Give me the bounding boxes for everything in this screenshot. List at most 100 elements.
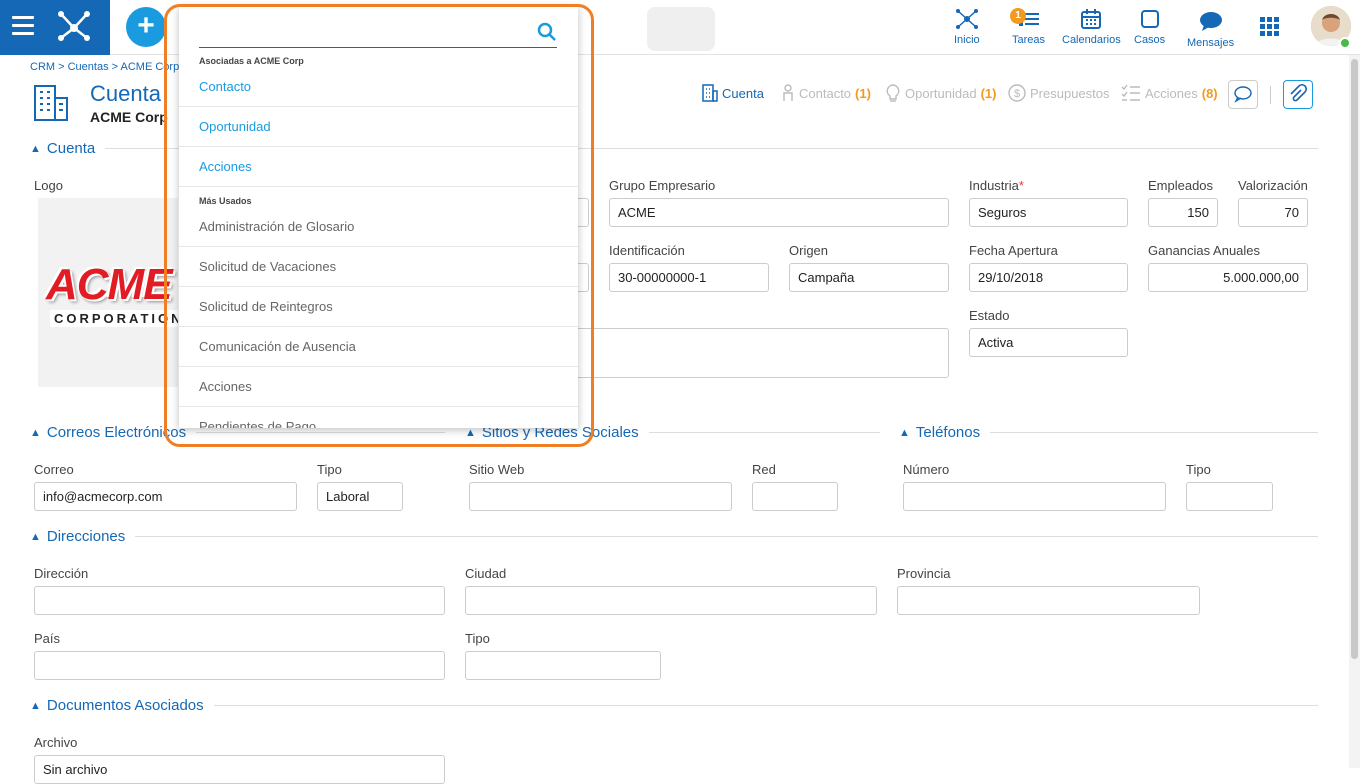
direccion-tipo-label: Tipo	[465, 631, 490, 646]
identificacion-input[interactable]: 30-00000000-1	[609, 263, 769, 292]
section-cuenta-title: Cuenta	[46, 140, 96, 157]
industria-label-text: Industria	[969, 178, 1019, 193]
grupo-input[interactable]: ACME	[609, 198, 949, 227]
ganancias-label: Ganancias Anuales	[1148, 243, 1261, 258]
dropdown-group-most-used: Más Usados	[199, 196, 252, 206]
tab-acciones[interactable]: Acciones (8)	[1121, 84, 1218, 102]
correo-input[interactable]: info@acmecorp.com	[34, 482, 297, 511]
dropdown-item-acciones[interactable]: Acciones	[179, 147, 578, 187]
red-label: Red	[752, 462, 776, 477]
provincia-select[interactable]	[897, 586, 1200, 615]
section-correos-title: Correos Electrónicos	[46, 424, 187, 441]
tab-cuenta[interactable]: Cuenta	[702, 84, 764, 102]
dropdown-group-associated: Asociadas a ACME Corp	[199, 56, 304, 66]
empleados-input[interactable]: 150	[1148, 198, 1218, 227]
dropdown-item-reintegros[interactable]: Solicitud de Reintegros	[179, 287, 578, 327]
page-scrollbar[interactable]	[1349, 55, 1360, 768]
grupo-label: Grupo Empresario	[609, 178, 716, 193]
apps-grid-icon[interactable]	[1260, 17, 1280, 37]
correo-label: Correo	[34, 462, 74, 477]
breadcrumb-cuentas[interactable]: Cuentas	[68, 61, 109, 73]
tab-oportunidad-count: (1)	[980, 85, 997, 101]
chevron-up-icon: ▲	[30, 426, 41, 439]
breadcrumb: CRM > Cuentas > ACME Corp	[30, 61, 180, 73]
numero-input[interactable]	[903, 482, 1166, 511]
search-icon[interactable]	[537, 22, 557, 42]
industria-label: Industria*	[969, 178, 1024, 193]
archivo-label: Archivo	[34, 735, 78, 750]
fecha-apertura-input[interactable]: 29/10/2018	[969, 263, 1128, 292]
add-button[interactable]: +	[126, 7, 166, 47]
comment-icon	[1234, 86, 1252, 103]
dropdown-item-acciones-2[interactable]: Acciones	[179, 367, 578, 407]
chevron-up-icon: ▲	[30, 530, 41, 543]
required-marker: *	[1018, 178, 1024, 193]
nav-inicio-label: Inicio	[954, 34, 980, 46]
nav-casos[interactable]: Casos	[1134, 8, 1165, 46]
building-icon	[34, 85, 68, 121]
section-documentos-title: Documentos Asociados	[46, 697, 204, 714]
correo-tipo-select[interactable]: Laboral	[317, 482, 403, 511]
valorizacion-input[interactable]: 70	[1238, 198, 1308, 227]
dropdown-item-contacto[interactable]: Contacto	[179, 67, 578, 107]
empleados-label: Empleados	[1148, 178, 1214, 193]
ganancias-input[interactable]: 5.000.000,00	[1148, 263, 1308, 292]
origen-select[interactable]: Campaña	[789, 263, 949, 292]
dropdown-item-oportunidad[interactable]: Oportunidad	[179, 107, 578, 147]
lightbulb-icon	[886, 84, 900, 102]
identificacion-label: Identificación	[609, 243, 685, 258]
nav-casos-label: Casos	[1134, 34, 1166, 46]
breadcrumb-acme[interactable]: ACME Corp	[121, 61, 180, 73]
sitio-web-label: Sitio Web	[469, 462, 525, 477]
account-logo-image[interactable]: ACME CORPORATION	[38, 198, 178, 387]
archivo-input[interactable]: Sin archivo	[34, 755, 445, 784]
brand-area	[0, 0, 110, 55]
tab-contacto[interactable]: Contacto (1)	[781, 84, 871, 102]
tasks-count-badge: 1	[1010, 8, 1026, 24]
dropdown-item-glosario[interactable]: Administración de Glosario	[179, 207, 578, 247]
breadcrumb-crm[interactable]: CRM	[30, 61, 55, 73]
sitio-web-input[interactable]	[469, 482, 732, 511]
estado-select[interactable]: Activa	[969, 328, 1128, 357]
svg-text:$: $	[1014, 88, 1020, 100]
section-documentos[interactable]: ▲ Documentos Asociados	[30, 697, 1318, 714]
tab-presupuestos[interactable]: $ Presupuestos	[1008, 84, 1110, 102]
dropdown-item-pendientes[interactable]: Pendientes de Pago	[179, 407, 578, 428]
tab-acciones-label: Acciones	[1145, 85, 1198, 101]
section-direcciones[interactable]: ▲ Direcciones	[30, 528, 1318, 545]
pais-select[interactable]	[34, 651, 445, 680]
nav-mensajes[interactable]: Mensajes	[1187, 11, 1234, 49]
toolbar-divider	[1270, 86, 1271, 104]
direccion-tipo-select[interactable]	[465, 651, 661, 680]
industria-select[interactable]: Seguros	[969, 198, 1128, 227]
estado-label: Estado	[969, 308, 1010, 323]
nav-inicio[interactable]: Inicio	[954, 8, 980, 46]
dropdown-search-input[interactable]	[199, 20, 557, 48]
acme-logo-text: ACME	[46, 260, 173, 309]
tab-acciones-count: (8)	[1201, 85, 1218, 101]
online-status-dot	[1339, 37, 1351, 49]
nav-calendarios[interactable]: Calendarios	[1062, 8, 1121, 46]
dropdown-item-ausencia[interactable]: Comunicación de Ausencia	[179, 327, 578, 367]
dropdown-item-vacaciones[interactable]: Solicitud de Vacaciones	[179, 247, 578, 287]
comments-button[interactable]	[1228, 80, 1258, 109]
tab-oportunidad-label: Oportunidad	[905, 85, 977, 101]
telefono-tipo-label: Tipo	[1186, 462, 1211, 477]
notes-textarea[interactable]	[570, 328, 949, 378]
section-telefonos[interactable]: ▲ Teléfonos	[899, 424, 1318, 441]
hamburger-menu-icon[interactable]	[12, 16, 34, 36]
ciudad-input[interactable]	[465, 586, 877, 615]
logo-label: Logo	[34, 178, 63, 193]
origen-label: Origen	[789, 243, 829, 258]
app-logo-icon[interactable]	[56, 8, 92, 44]
tab-oportunidad[interactable]: Oportunidad (1)	[885, 84, 996, 102]
telefono-tipo-select[interactable]	[1186, 482, 1273, 511]
attach-button[interactable]	[1283, 80, 1313, 109]
page-title: Cuenta	[90, 81, 161, 106]
red-select[interactable]	[752, 482, 838, 511]
cases-icon	[1140, 10, 1159, 28]
nav-tareas-label: Tareas	[1012, 34, 1046, 46]
direccion-input[interactable]	[34, 586, 445, 615]
section-telefonos-title: Teléfonos	[915, 424, 981, 441]
tab-cuenta-label: Cuenta	[722, 85, 764, 101]
